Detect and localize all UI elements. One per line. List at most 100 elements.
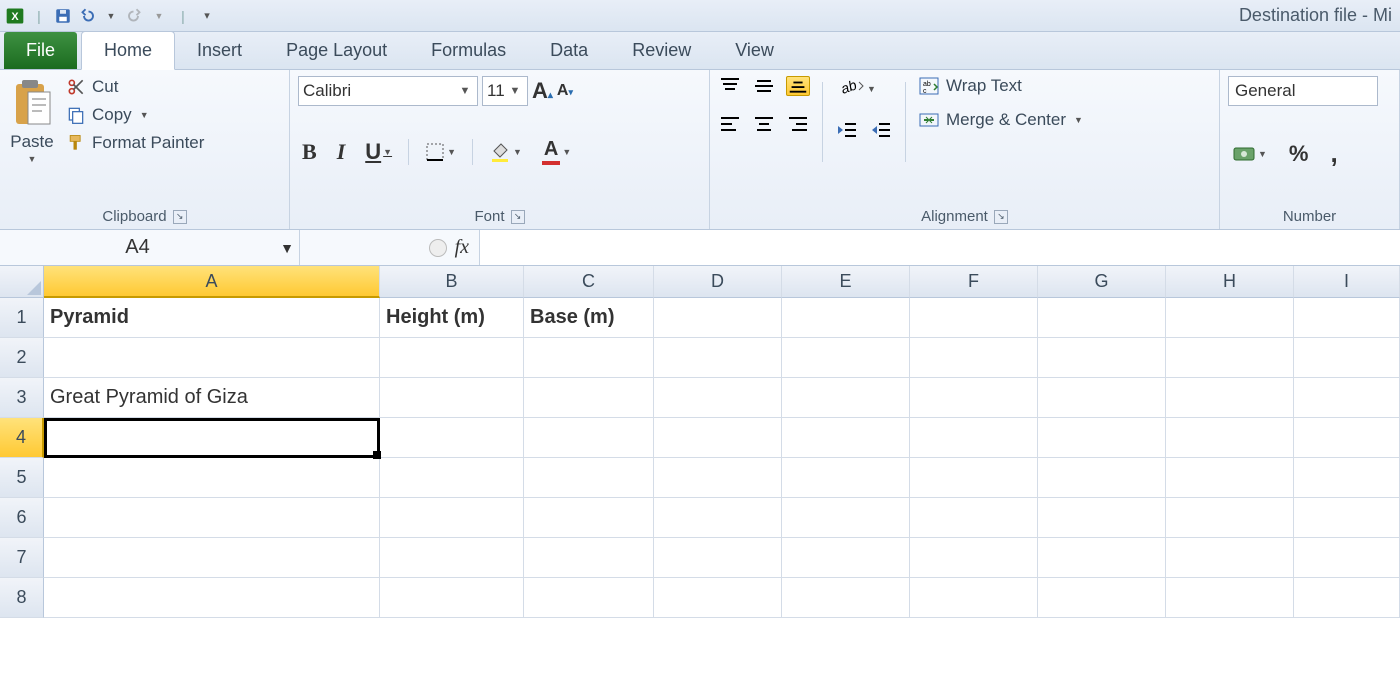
cell-g3[interactable] — [1038, 378, 1166, 418]
cell-f4[interactable] — [910, 418, 1038, 458]
decrease-indent-button[interactable] — [835, 120, 859, 140]
align-middle-button[interactable] — [752, 76, 776, 96]
align-center-button[interactable] — [752, 114, 776, 134]
tab-view[interactable]: View — [713, 32, 796, 69]
cell-e7[interactable] — [782, 538, 910, 578]
clipboard-dialog-launcher-icon[interactable]: ↘ — [173, 210, 187, 224]
chevron-down-icon[interactable]: ▼ — [1256, 149, 1267, 159]
cell-b2[interactable] — [380, 338, 524, 378]
font-color-button[interactable]: A ▼ — [538, 136, 575, 167]
row-header-3[interactable]: 3 — [0, 378, 44, 418]
cell-a3[interactable]: Great Pyramid of Giza — [44, 378, 380, 418]
cell-c4[interactable] — [524, 418, 654, 458]
cell-g7[interactable] — [1038, 538, 1166, 578]
cell-i8[interactable] — [1294, 578, 1400, 618]
cell-e1[interactable] — [782, 298, 910, 338]
font-size-combo[interactable]: 11 ▼ — [482, 76, 528, 106]
cell-i4[interactable] — [1294, 418, 1400, 458]
cut-button[interactable]: Cut — [64, 76, 206, 98]
cell-d5[interactable] — [654, 458, 782, 498]
font-dialog-launcher-icon[interactable]: ↘ — [511, 210, 525, 224]
cell-i1[interactable] — [1294, 298, 1400, 338]
wrap-text-button[interactable]: abc Wrap Text — [918, 76, 1083, 96]
alignment-dialog-launcher-icon[interactable]: ↘ — [994, 210, 1008, 224]
name-box-dropdown-icon[interactable]: ▼ — [275, 240, 299, 256]
cell-f6[interactable] — [910, 498, 1038, 538]
format-painter-button[interactable]: Format Painter — [64, 132, 206, 154]
fill-color-button[interactable]: ▼ — [485, 139, 526, 165]
tab-page-layout[interactable]: Page Layout — [264, 32, 409, 69]
border-button[interactable]: ▼ — [421, 140, 460, 164]
cell-e2[interactable] — [782, 338, 910, 378]
cell-c3[interactable] — [524, 378, 654, 418]
cell-a2[interactable] — [44, 338, 380, 378]
cell-h5[interactable] — [1166, 458, 1294, 498]
cell-b7[interactable] — [380, 538, 524, 578]
cell-h2[interactable] — [1166, 338, 1294, 378]
italic-button[interactable]: I — [333, 137, 350, 167]
cell-c1[interactable]: Base (m) — [524, 298, 654, 338]
cell-a5[interactable] — [44, 458, 380, 498]
cell-h6[interactable] — [1166, 498, 1294, 538]
orientation-button[interactable]: ab ▼ — [835, 76, 880, 102]
cell-g4[interactable] — [1038, 418, 1166, 458]
chevron-down-icon[interactable]: ▼ — [445, 147, 456, 157]
customize-qat-icon[interactable]: ▾ — [196, 5, 218, 27]
cell-f8[interactable] — [910, 578, 1038, 618]
undo-icon[interactable] — [76, 5, 98, 27]
cell-c5[interactable] — [524, 458, 654, 498]
cell-d2[interactable] — [654, 338, 782, 378]
row-header-4[interactable]: 4 — [0, 418, 44, 458]
formula-input[interactable] — [480, 230, 1400, 265]
row-header-2[interactable]: 2 — [0, 338, 44, 378]
cell-h1[interactable] — [1166, 298, 1294, 338]
cell-d3[interactable] — [654, 378, 782, 418]
chevron-down-icon[interactable]: ▼ — [381, 147, 392, 157]
cell-f2[interactable] — [910, 338, 1038, 378]
fx-circle-icon[interactable] — [429, 239, 447, 257]
cell-e6[interactable] — [782, 498, 910, 538]
underline-button[interactable]: U▼ — [361, 137, 396, 167]
copy-dropdown-icon[interactable]: ▼ — [138, 110, 149, 120]
cell-i6[interactable] — [1294, 498, 1400, 538]
tab-formulas[interactable]: Formulas — [409, 32, 528, 69]
chevron-down-icon[interactable]: ▼ — [1072, 115, 1083, 125]
cell-e8[interactable] — [782, 578, 910, 618]
chevron-down-icon[interactable]: ▼ — [511, 147, 522, 157]
align-bottom-button[interactable] — [786, 76, 810, 96]
row-header-8[interactable]: 8 — [0, 578, 44, 618]
save-icon[interactable] — [52, 5, 74, 27]
cell-d4[interactable] — [654, 418, 782, 458]
tab-review[interactable]: Review — [610, 32, 713, 69]
redo-icon[interactable] — [124, 5, 146, 27]
chevron-down-icon[interactable]: ▼ — [865, 84, 876, 94]
cell-i5[interactable] — [1294, 458, 1400, 498]
align-right-button[interactable] — [786, 114, 810, 134]
cell-g6[interactable] — [1038, 498, 1166, 538]
merge-center-button[interactable]: Merge & Center ▼ — [918, 110, 1083, 130]
cell-a4[interactable] — [44, 418, 380, 458]
paste-dropdown-icon[interactable]: ▼ — [28, 154, 37, 164]
cell-b6[interactable] — [380, 498, 524, 538]
tab-data[interactable]: Data — [528, 32, 610, 69]
align-left-button[interactable] — [718, 114, 742, 134]
undo-dropdown-icon[interactable]: ▼ — [100, 5, 122, 27]
cell-g1[interactable] — [1038, 298, 1166, 338]
row-header-7[interactable]: 7 — [0, 538, 44, 578]
cell-b5[interactable] — [380, 458, 524, 498]
chevron-down-icon[interactable]: ▼ — [457, 85, 473, 97]
select-all-corner[interactable] — [0, 266, 44, 298]
cell-e4[interactable] — [782, 418, 910, 458]
file-tab[interactable]: File — [4, 32, 77, 69]
number-format-combo[interactable]: General — [1228, 76, 1378, 106]
cell-b1[interactable]: Height (m) — [380, 298, 524, 338]
chevron-down-icon[interactable]: ▼ — [507, 85, 523, 97]
cell-g8[interactable] — [1038, 578, 1166, 618]
bold-button[interactable]: B — [298, 137, 321, 167]
name-box[interactable]: A4 — [0, 232, 275, 263]
cell-d7[interactable] — [654, 538, 782, 578]
increase-indent-button[interactable] — [869, 120, 893, 140]
align-top-button[interactable] — [718, 76, 742, 96]
cell-a6[interactable] — [44, 498, 380, 538]
cell-f3[interactable] — [910, 378, 1038, 418]
